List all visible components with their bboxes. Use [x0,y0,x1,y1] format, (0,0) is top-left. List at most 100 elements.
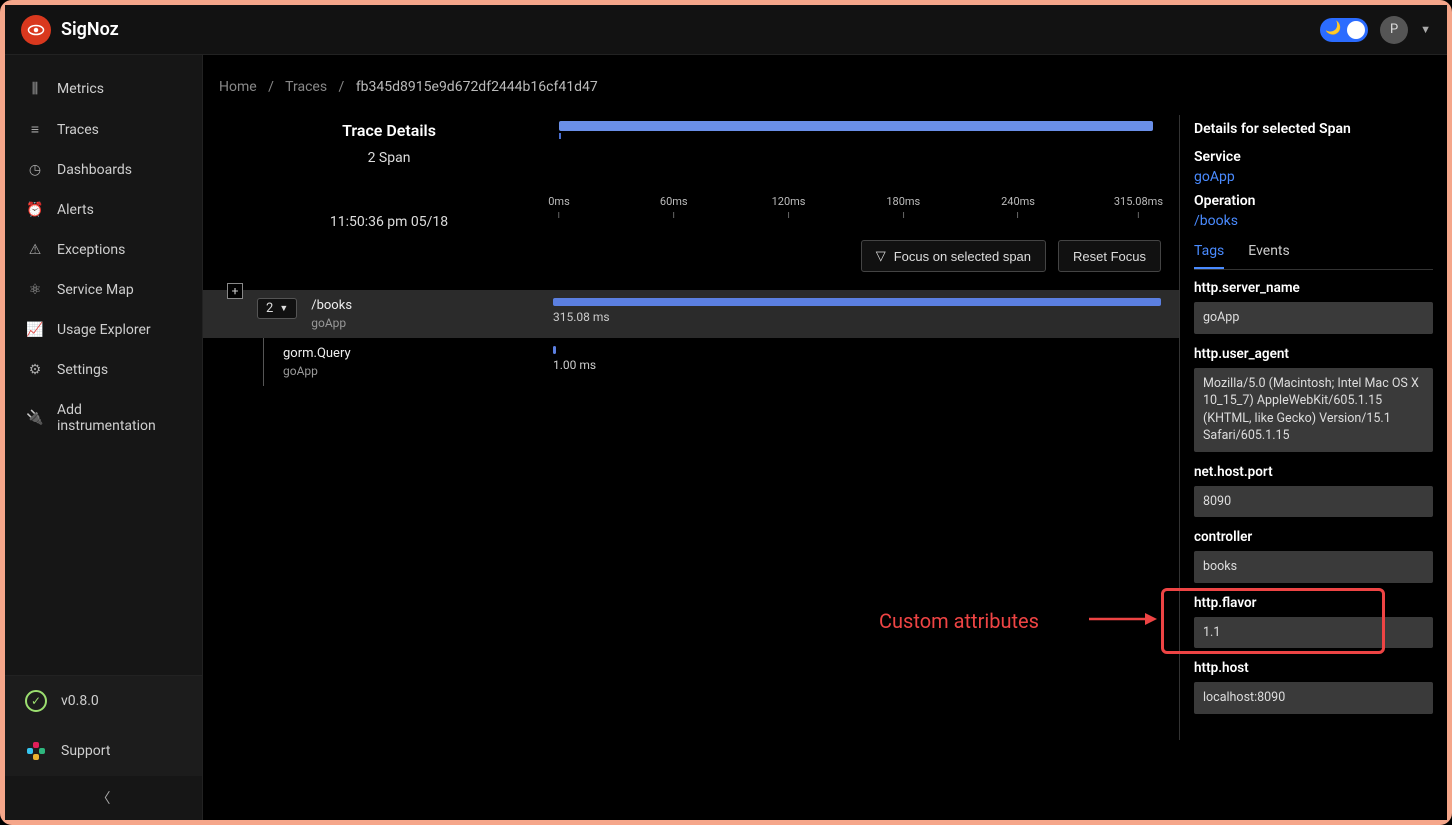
tag-key: http.host [1194,660,1433,676]
focus-span-button[interactable]: ▽ Focus on selected span [861,240,1046,272]
reset-focus-button[interactable]: Reset Focus [1058,240,1161,272]
trace-details-title: Trace Details [219,121,559,140]
bell-icon: ⏰ [27,202,43,218]
span-duration-bar [553,298,1161,306]
operation-label: Operation [1194,193,1433,209]
trace-overview-bar[interactable] [559,121,1153,135]
nav-label: Settings [57,362,108,378]
axis-tick: 180ms [886,195,920,218]
details-header: Details for selected Span [1194,121,1433,137]
tree-line [263,338,264,386]
avatar[interactable]: P [1380,16,1408,44]
service-label: Service [1194,149,1433,165]
plug-icon: 🔌 [27,410,43,426]
chevron-left-icon: 〈 [97,791,111,807]
trace-span-count: 2 Span [219,150,559,166]
tag-block: net.host.port 8090 [1194,464,1433,518]
check-circle-icon: ✓ [25,690,47,712]
focus-span-label: Focus on selected span [894,249,1031,264]
nav-label: Add instrumentation [57,402,180,434]
breadcrumb: Home / Traces / fb345d8915e9d672df2444b1… [203,75,1447,115]
nav-label: Traces [57,122,99,138]
nav-label: Usage Explorer [57,322,151,338]
tag-value: localhost:8090 [1194,682,1433,714]
warn-icon: ⚠ [27,242,43,258]
span-duration-label: 1.00 ms [553,358,1161,372]
span-duration-label: 315.08 ms [553,310,1161,324]
slack-icon [25,740,47,762]
support-row[interactable]: Support [5,726,202,776]
span-service: goApp [283,364,351,378]
filter-icon: ▽ [876,248,886,264]
sidebar-item-exceptions[interactable]: ⚠ Exceptions [5,230,202,270]
version-row[interactable]: ✓ v0.8.0 [5,676,202,726]
tab-events[interactable]: Events [1248,243,1289,269]
breadcrumb-traces[interactable]: Traces [285,79,327,95]
collapse-sidebar-button[interactable]: 〈 [5,776,202,820]
chart-icon: 📈 [27,322,43,338]
tag-value: books [1194,551,1433,583]
tag-block: http.flavor 1.1 [1194,595,1433,649]
main-content: Home / Traces / fb345d8915e9d672df2444b1… [203,55,1447,820]
sidebar-item-service-map[interactable]: ⚛ Service Map [5,270,202,310]
sidebar-item-usage-explorer[interactable]: 📈 Usage Explorer [5,310,202,350]
bars-icon: ⫼ [27,81,43,97]
span-name: gorm.Query [283,346,351,361]
axis-tick: 240ms [1001,195,1035,218]
trace-timestamp: 11:50:36 pm 05/18 [219,214,559,230]
nav-label: Exceptions [57,242,125,258]
theme-toggle[interactable]: 🌙 [1320,18,1368,42]
tag-key: http.server_name [1194,280,1433,296]
tag-value: Mozilla/5.0 (Macintosh; Intel Mac OS X 1… [1194,368,1433,452]
sidebar-item-add-instrumentation[interactable]: 🔌 Add instrumentation [5,390,202,446]
nav-list: ⫼ Metrics ≡ Traces ◷ Dashboards ⏰ Alerts ⚠ Ex… [5,55,202,675]
support-text: Support [61,743,110,759]
nav-label: Dashboards [57,162,132,178]
operation-link[interactable]: /books [1194,213,1433,229]
toggle-knob [1347,21,1365,39]
gear-icon: ⚙ [27,362,43,378]
map-icon: ⚛ [27,282,43,298]
tag-value: 1.1 [1194,617,1433,649]
service-link[interactable]: goApp [1194,169,1433,185]
caret-down-icon[interactable]: ▼ [1420,23,1431,36]
gauge-icon: ◷ [27,162,43,178]
tag-key: controller [1194,529,1433,545]
sidebar-item-traces[interactable]: ≡ Traces [5,109,202,150]
span-children-count[interactable]: 2 ▼ [257,298,297,319]
nav-label: Metrics [57,81,104,97]
tag-block: http.server_name goApp [1194,280,1433,334]
breadcrumb-separator: / [268,79,274,95]
span-name: /books [311,298,352,313]
brand-name: SigNoz [61,19,119,40]
sidebar-item-settings[interactable]: ⚙ Settings [5,350,202,390]
span-row[interactable]: gorm.Query goApp 1.00 ms [203,338,1179,386]
list-icon: ≡ [27,121,43,138]
tag-value: 8090 [1194,486,1433,518]
nav-label: Service Map [57,282,134,298]
span-duration-bar [553,346,556,354]
time-axis: 0ms 60ms 120ms 180ms 240ms 315.08ms [559,195,1163,225]
tag-key: http.user_agent [1194,346,1433,362]
logo-icon [21,15,51,45]
tag-value: goApp [1194,302,1433,334]
span-row[interactable]: 2 ▼ /books goApp 315.08 ms [203,290,1179,338]
tag-block-controller: controller books [1194,529,1433,583]
sidebar-item-dashboards[interactable]: ◷ Dashboards [5,150,202,190]
sidebar-item-metrics[interactable]: ⫼ Metrics [5,69,202,109]
sidebar-item-alerts[interactable]: ⏰ Alerts [5,190,202,230]
span-service: goApp [311,316,352,330]
breadcrumb-home[interactable]: Home [219,79,257,95]
axis-tick: 315.08ms [1114,195,1163,218]
version-text: v0.8.0 [61,693,99,709]
caret-down-icon: ▼ [279,303,288,314]
nav-label: Alerts [57,202,94,218]
breadcrumb-separator: / [339,79,345,95]
axis-tick: 0ms [548,195,570,218]
axis-tick: 120ms [772,195,806,218]
span-details-panel: Details for selected Span Service goApp … [1179,115,1447,740]
breadcrumb-trace-id: fb345d8915e9d672df2444b16cf41d47 [356,79,598,95]
tab-tags[interactable]: Tags [1194,243,1224,269]
moon-icon: 🌙 [1325,21,1341,36]
topbar: SigNoz 🌙 P ▼ [5,5,1447,55]
